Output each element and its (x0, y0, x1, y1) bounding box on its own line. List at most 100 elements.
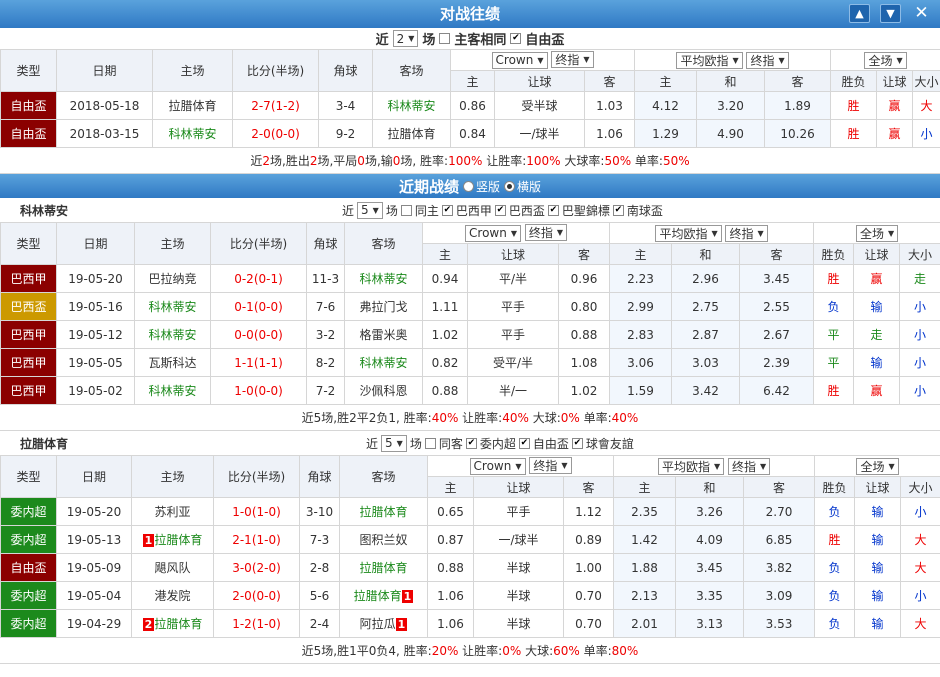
away-team-text: 拉腊体育 (359, 505, 408, 519)
same-home-label: 主客相同 (454, 33, 507, 48)
filter-checkbox[interactable]: ✔ (612, 204, 624, 216)
odds-kind-select[interactable]: 终指 ▼ (551, 51, 594, 69)
close-icon[interactable]: ✕ (911, 4, 932, 23)
away-team[interactable]: 图积兰奴 (339, 525, 428, 554)
odds-home-text: 0.84 (459, 126, 486, 141)
filter-checkbox[interactable]: ✔ (518, 437, 530, 449)
away-team[interactable]: 科林蒂安 (344, 264, 423, 293)
odds-kind-select[interactable]: 终指 ▼ (524, 224, 567, 242)
match-score: 2-1(1-0) (213, 525, 300, 554)
filter-checkbox[interactable]: ✔ (465, 437, 477, 449)
filter-checkbox[interactable]: ✔ (547, 204, 559, 216)
match-date: 19-05-12 (56, 320, 135, 349)
home-team[interactable]: 1 拉腊体育 (131, 525, 214, 554)
result-wdl-text: 平 (827, 328, 840, 342)
avg-kind-select[interactable]: 终指 ▼ (727, 457, 771, 475)
away-team[interactable]: 沙佩科恩 (344, 376, 423, 405)
filter-checkbox[interactable]: ✔ (571, 437, 583, 449)
euro-home: 2.23 (609, 264, 673, 293)
corner-score: 7-6 (306, 292, 345, 321)
summary-text: 大球: (528, 411, 561, 425)
col-type: 类型 (0, 222, 57, 265)
home-team[interactable]: 科林蒂安 (134, 320, 211, 349)
summary-text: 近5场,胜2平2负1, 胜率: (301, 411, 432, 425)
result-wdl-text: 平 (827, 356, 840, 370)
euro-home-text: 2.13 (631, 588, 658, 603)
match-type-text: 委内超 (10, 589, 47, 603)
away-team[interactable]: 弗拉门戈 (344, 292, 423, 321)
result-wdl-text: 负 (828, 617, 841, 631)
away-team[interactable]: 科林蒂安 (344, 348, 423, 377)
summary-num: 20% (431, 644, 459, 658)
chevron-down-icon: ▼ (759, 461, 767, 471)
filter-checkbox[interactable]: ✔ (494, 204, 506, 216)
result-ou: 小 (899, 376, 940, 405)
corner-score-text: 7-6 (315, 299, 336, 314)
h2h-count-select[interactable]: 2 ▼ (392, 30, 419, 47)
summary-text: 场, 胜率: (400, 154, 449, 168)
col-away: 客场 (339, 455, 428, 498)
match-date: 2018-05-18 (56, 91, 153, 120)
avg-kind-select[interactable]: 终指 ▼ (725, 224, 768, 242)
odds-home: 0.88 (422, 376, 468, 405)
vertical-radio[interactable] (462, 180, 474, 192)
home-team-text: 科林蒂安 (148, 328, 197, 342)
euro-draw-text: 4.90 (717, 126, 744, 141)
away-team[interactable]: 拉腊体育 (339, 553, 428, 582)
euro-away-text: 2.70 (765, 504, 793, 519)
avg-odds-select[interactable]: 平均欧指 ▼ (676, 51, 743, 69)
away-team[interactable]: 格雷米奥 (344, 320, 423, 349)
corner-score-text: 3-4 (335, 98, 356, 113)
home-team[interactable]: 港发院 (131, 581, 214, 610)
odds-away-text: 0.96 (570, 271, 598, 286)
same-home-checkbox[interactable] (400, 204, 412, 216)
home-team[interactable]: 巴拉纳竞 (134, 264, 211, 293)
company-select[interactable]: Crown ▼ (469, 457, 526, 475)
filter-checkbox[interactable]: ✔ (441, 204, 453, 216)
corner-score: 7-3 (299, 525, 340, 554)
home-team[interactable]: 飓风队 (131, 553, 214, 582)
home-team[interactable]: 科林蒂安 (152, 119, 233, 148)
home-team[interactable]: 科林蒂安 (134, 292, 211, 321)
t2-count-select[interactable]: 5 ▼ (381, 434, 407, 452)
home-team[interactable]: 科林蒂安 (134, 376, 211, 405)
home-team[interactable]: 拉腊体育 (152, 91, 233, 120)
avg-odds-select[interactable]: 平均欧指 ▼ (657, 457, 725, 475)
odds-home: 0.65 (427, 497, 474, 526)
free-cup-checkbox[interactable]: ✔ (510, 33, 522, 44)
away-team[interactable]: 科林蒂安 (372, 91, 451, 120)
odds-away-text: 1.12 (575, 504, 602, 519)
same-away-checkbox[interactable] (424, 437, 436, 449)
away-team[interactable]: 拉腊体育 (339, 497, 428, 526)
scope-select[interactable]: 全场 ▼ (855, 224, 899, 242)
same-home-checkbox[interactable] (439, 33, 451, 44)
avg-odds-select[interactable]: 平均欧指 ▼ (655, 224, 722, 242)
scope-select[interactable]: 全场 ▼ (864, 51, 907, 69)
odds-kind-value: 终指 (533, 459, 558, 474)
result-handicap: 赢 (853, 264, 901, 293)
home-team[interactable]: 苏利亚 (131, 497, 214, 526)
home-team[interactable]: 瓦斯科达 (134, 348, 211, 377)
away-team[interactable]: 阿拉瓜 1 (339, 609, 428, 638)
odds-away: 1.00 (562, 553, 615, 582)
away-team[interactable]: 拉腊体育 (372, 119, 451, 148)
away-team[interactable]: 拉腊体育 1 (339, 581, 428, 610)
team1-name: 科林蒂安 (20, 203, 69, 218)
match-date-text: 2018-03-15 (69, 126, 140, 141)
t1-count-select[interactable]: 5 ▼ (357, 201, 383, 219)
odds-home: 0.84 (450, 119, 495, 148)
home-team[interactable]: 2 拉腊体育 (131, 609, 214, 638)
summary-num: 50% (604, 154, 632, 168)
avg-kind-select[interactable]: 终指 ▼ (746, 51, 789, 69)
odds-kind-select[interactable]: 终指 ▼ (529, 457, 572, 475)
scope-value: 全场 (859, 226, 884, 241)
move-up-button[interactable]: ▲ (849, 4, 870, 23)
move-down-button[interactable]: ▼ (880, 4, 901, 23)
scope-select[interactable]: 全场 ▼ (856, 457, 899, 475)
t2-count-value: 5 (385, 436, 393, 450)
horizontal-radio[interactable] (504, 180, 515, 192)
match-row: 委内超 19-04-29 2 拉腊体育 1-2(1-0) 2-4 阿拉瓜 1 1.06 半球 0.7… (0, 609, 940, 638)
company-select[interactable]: Crown ▼ (491, 51, 548, 69)
company-select[interactable]: Crown ▼ (465, 224, 521, 242)
match-row: 巴西甲 19-05-12 科林蒂安 0-0(0-0) 3-2 格雷米奥 1.02 平手 0.88… (0, 320, 940, 349)
